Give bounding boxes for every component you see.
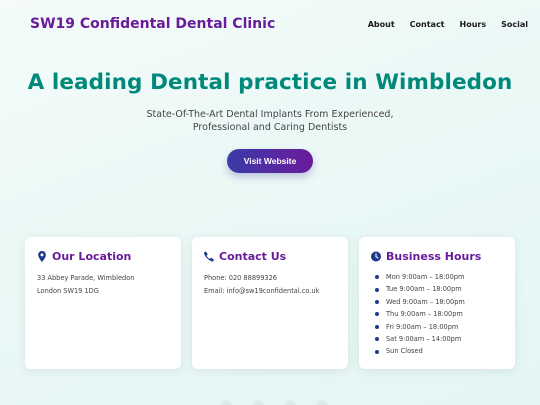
hero-subtitle: State-Of-The-Art Dental Implants From Ex… bbox=[146, 109, 394, 133]
hero-title: A leading Dental practice in Wimbledon bbox=[27, 70, 513, 95]
bullet-icon bbox=[375, 349, 379, 354]
hours-text: Fri 9:00am – 18:00pm bbox=[386, 322, 459, 331]
bullet-icon bbox=[375, 337, 379, 342]
hours-text: Thu 9:00am – 18:00pm bbox=[386, 310, 463, 319]
hours-list: Mon 9:00am – 18:00pm Tue 9:00am – 18:00p… bbox=[371, 271, 503, 358]
contact-phone[interactable]: Phone: 020 88899326 bbox=[204, 272, 336, 285]
contact-card: Contact Us Phone: 020 88899326 Email: in… bbox=[192, 237, 348, 369]
social-icon[interactable] bbox=[284, 400, 296, 405]
hours-item: Sat 9:00am – 14:00pm bbox=[371, 333, 503, 345]
nav-link-hours[interactable]: Hours bbox=[460, 20, 487, 29]
nav-link-contact[interactable]: Contact bbox=[410, 20, 445, 29]
location-address: 33 Abbey Parade, Wimbledon London SW19 1… bbox=[37, 272, 169, 297]
bullet-icon bbox=[375, 300, 379, 305]
bullet-icon bbox=[375, 324, 379, 329]
contact-email[interactable]: Email: info@sw19confidental.co.uk bbox=[204, 285, 336, 298]
nav-links: About Contact Hours Social bbox=[368, 20, 528, 29]
contact-details: Phone: 020 88899326 Email: info@sw19conf… bbox=[204, 272, 336, 297]
hours-item: Tue 9:00am – 18:00pm bbox=[371, 283, 503, 295]
bullet-icon bbox=[375, 312, 379, 317]
address-line-1: 33 Abbey Parade, Wimbledon bbox=[37, 274, 135, 282]
bullet-icon bbox=[375, 287, 379, 292]
nav-link-social[interactable]: Social bbox=[501, 20, 528, 29]
hours-item: Fri 9:00am – 18:00pm bbox=[371, 321, 503, 333]
hours-item: Sun Closed bbox=[371, 345, 503, 357]
hero-section: A leading Dental practice in Wimbledon S… bbox=[0, 70, 540, 173]
top-nav: SW19 Confidental Dental Clinic About Con… bbox=[0, 0, 540, 48]
hours-card-header: Business Hours bbox=[371, 250, 503, 263]
social-icon[interactable] bbox=[252, 400, 264, 405]
address-line-2: London SW19 1DG bbox=[37, 286, 99, 295]
location-card: Our Location 33 Abbey Parade, Wimbledon … bbox=[25, 237, 181, 369]
hours-text: Mon 9:00am – 18:00pm bbox=[386, 273, 465, 281]
hours-text: Wed 9:00am – 18:00pm bbox=[386, 297, 465, 306]
hours-title: Business Hours bbox=[386, 250, 482, 263]
hours-text: Sat 9:00am – 14:00pm bbox=[386, 335, 462, 344]
contact-card-header: Contact Us bbox=[204, 250, 336, 263]
clock-icon bbox=[371, 251, 381, 262]
hours-card: Business Hours Mon 9:00am – 18:00pm Tue … bbox=[359, 237, 515, 369]
hours-item: Thu 9:00am – 18:00pm bbox=[371, 308, 503, 320]
social-icon[interactable] bbox=[316, 400, 328, 405]
map-pin-icon bbox=[38, 251, 46, 262]
social-icons-row bbox=[220, 400, 328, 405]
social-icon[interactable] bbox=[220, 400, 232, 405]
bullet-icon bbox=[375, 275, 379, 280]
nav-link-about[interactable]: About bbox=[368, 20, 395, 29]
location-card-header: Our Location bbox=[37, 250, 169, 263]
info-cards: Our Location 33 Abbey Parade, Wimbledon … bbox=[25, 237, 515, 369]
contact-title: Contact Us bbox=[219, 250, 287, 263]
location-title: Our Location bbox=[52, 250, 132, 263]
phone-icon bbox=[204, 251, 214, 262]
hours-text: Tue 9:00am – 18:00pm bbox=[386, 285, 462, 294]
brand-link[interactable]: SW19 Confidental Dental Clinic bbox=[30, 16, 275, 32]
hours-text: Sun Closed bbox=[386, 347, 423, 356]
hours-item: Wed 9:00am – 18:00pm bbox=[371, 296, 503, 308]
hours-item: Mon 9:00am – 18:00pm bbox=[371, 271, 503, 283]
visit-website-button[interactable]: Visit Website bbox=[226, 149, 314, 173]
